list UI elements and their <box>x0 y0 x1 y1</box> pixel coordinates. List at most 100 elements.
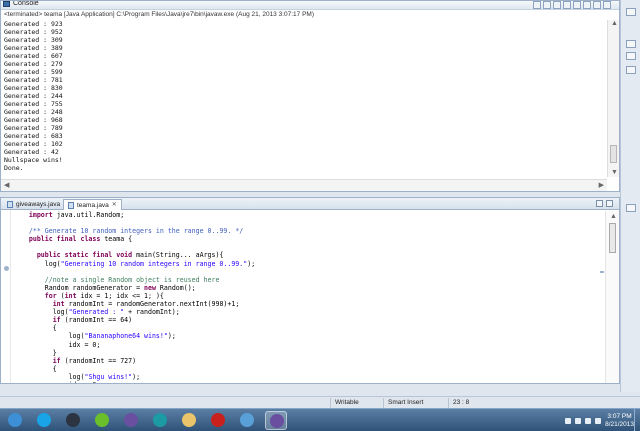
code-token: java.util.Random; <box>52 211 125 219</box>
tab-giveaways-java[interactable]: giveaways.java <box>3 199 64 210</box>
clock[interactable]: 3:07 PM 8/21/2013 <box>605 413 634 429</box>
scroll-lock-icon[interactable] <box>563 1 571 9</box>
console-output-line: Generated : 102 <box>4 140 63 148</box>
scroll-up-icon[interactable]: ▲ <box>611 18 618 30</box>
code-token: for <box>44 291 57 300</box>
editor-scroll-thumb[interactable] <box>609 223 616 253</box>
console-output[interactable]: Generated : 923 Generated : 952 Generated … <box>4 20 605 175</box>
editor-ruler[interactable] <box>1 210 11 383</box>
console-output-line: Generated : 607 <box>4 52 63 60</box>
scroll-up-icon[interactable]: ▲ <box>610 211 617 223</box>
eclipse-workbench: Console <terminated> teama [Java Applica… <box>0 0 640 431</box>
network-icon[interactable] <box>585 417 592 424</box>
code-token: log( <box>13 259 61 268</box>
outline-view-icon[interactable] <box>626 40 636 48</box>
tab-teama-java[interactable]: teama.java ✕ <box>63 199 122 210</box>
status-bar: Writable Smart Insert 23 : 8 <box>0 396 640 408</box>
code-token: "Generating 10 random integers in range … <box>60 259 248 268</box>
code-token: log( <box>13 308 69 317</box>
scroll-down-icon[interactable]: ▼ <box>611 167 618 179</box>
console-output-line: Generated : 952 <box>4 28 63 36</box>
clear-console-icon[interactable] <box>553 1 561 9</box>
terminate-icon[interactable] <box>533 1 541 9</box>
code-token: if <box>52 356 61 365</box>
steam-icon[interactable] <box>62 411 84 430</box>
tray-arrow-icon[interactable] <box>565 417 572 424</box>
code-area[interactable]: import java.util.Random; /** Generate 10… <box>13 211 599 383</box>
code-token: Random(); <box>155 283 196 292</box>
show-desktop-button[interactable] <box>634 409 640 431</box>
scroll-right-icon[interactable]: ▶ <box>599 180 604 192</box>
scroll-left-icon[interactable]: ◀ <box>4 180 9 192</box>
console-vertical-scrollbar[interactable]: ▲ ▼ <box>607 20 619 177</box>
console-output-line: Generated : 279 <box>4 60 63 68</box>
restore-view-icon[interactable] <box>626 8 636 16</box>
task-list-icon[interactable] <box>626 52 636 60</box>
notes-icon[interactable] <box>236 411 258 430</box>
console-output-line: Generated : 389 <box>4 44 63 52</box>
code-token: (randomInt == 64) <box>60 316 133 325</box>
flag-icon[interactable] <box>575 417 582 424</box>
skype-icon-glyph <box>37 413 51 427</box>
console-output-line: Generated : 789 <box>4 124 63 132</box>
code-token: public final class <box>28 235 101 244</box>
code-line: int randomInt = randomGenerator.nextInt(… <box>13 300 599 308</box>
console-view: Console <terminated> teama [Java Applica… <box>0 0 620 192</box>
pin-console-icon[interactable] <box>573 1 581 9</box>
problems-view-icon[interactable] <box>626 66 636 74</box>
eclipse-active-icon[interactable] <box>265 411 287 430</box>
console-output-line: Done. <box>4 164 24 172</box>
acrobat-icon[interactable] <box>207 411 229 430</box>
code-token: idx = 0; <box>13 381 101 383</box>
console-scroll-thumb[interactable] <box>610 145 617 163</box>
code-token: int <box>52 300 65 309</box>
code-line: /** Generate 10 random integers in the r… <box>13 227 599 235</box>
editor-restore-icon[interactable] <box>626 204 636 212</box>
eclipse-icon[interactable] <box>120 411 142 430</box>
volume-icon[interactable] <box>595 417 602 424</box>
code-token: } <box>13 348 57 357</box>
system-tray: 3:07 PM 8/21/2013 <box>565 411 634 430</box>
writable-status: Writable <box>330 398 382 408</box>
console-horizontal-scrollbar[interactable]: ◀ ▶ <box>1 179 607 191</box>
spotify-icon-glyph <box>95 413 109 427</box>
code-token: ); <box>247 259 256 268</box>
notes-icon-glyph <box>240 413 254 427</box>
maximize-icon[interactable] <box>606 200 613 207</box>
code-line: Random randomGenerator = new Random(); <box>13 284 599 292</box>
maximize-icon[interactable] <box>603 1 611 9</box>
arduino-icon[interactable] <box>149 411 171 430</box>
skype-icon[interactable] <box>33 411 55 430</box>
code-token: /** Generate 10 random integers in the r… <box>28 227 244 236</box>
console-output-line: Generated : 42 <box>4 148 59 156</box>
minimize-icon[interactable] <box>596 200 603 207</box>
minimize-icon[interactable] <box>593 1 601 9</box>
code-token: "Bananaphone64 wins!" <box>84 332 168 341</box>
code-token: log( <box>13 372 85 381</box>
editor-vertical-scrollbar[interactable]: ▲ <box>605 211 619 383</box>
console-output-line: Generated : 244 <box>4 92 63 100</box>
code-token: int <box>64 291 77 300</box>
console-tab[interactable]: Console <box>3 1 39 9</box>
code-line: { <box>13 324 599 332</box>
code-token: if <box>52 316 61 325</box>
console-output-line: Generated : 781 <box>4 76 63 84</box>
start-button[interactable] <box>4 411 26 430</box>
console-output-line: Nullspace wins! <box>4 156 63 164</box>
code-token: + randomInt); <box>124 308 180 317</box>
close-tab-icon[interactable]: ✕ <box>112 200 117 211</box>
console-output-line: Generated : 248 <box>4 108 63 116</box>
remove-launch-icon[interactable] <box>543 1 551 9</box>
arduino-icon-glyph <box>153 413 167 427</box>
overview-mark[interactable] <box>600 271 604 273</box>
console-output-line: Generated : 923 <box>4 20 63 28</box>
cursor-position-status: 23 : 8 <box>448 398 498 408</box>
fold-marker-icon[interactable] <box>4 266 9 271</box>
folder-icon[interactable] <box>178 411 200 430</box>
display-console-icon[interactable] <box>583 1 591 9</box>
spotify-icon[interactable] <box>91 411 113 430</box>
